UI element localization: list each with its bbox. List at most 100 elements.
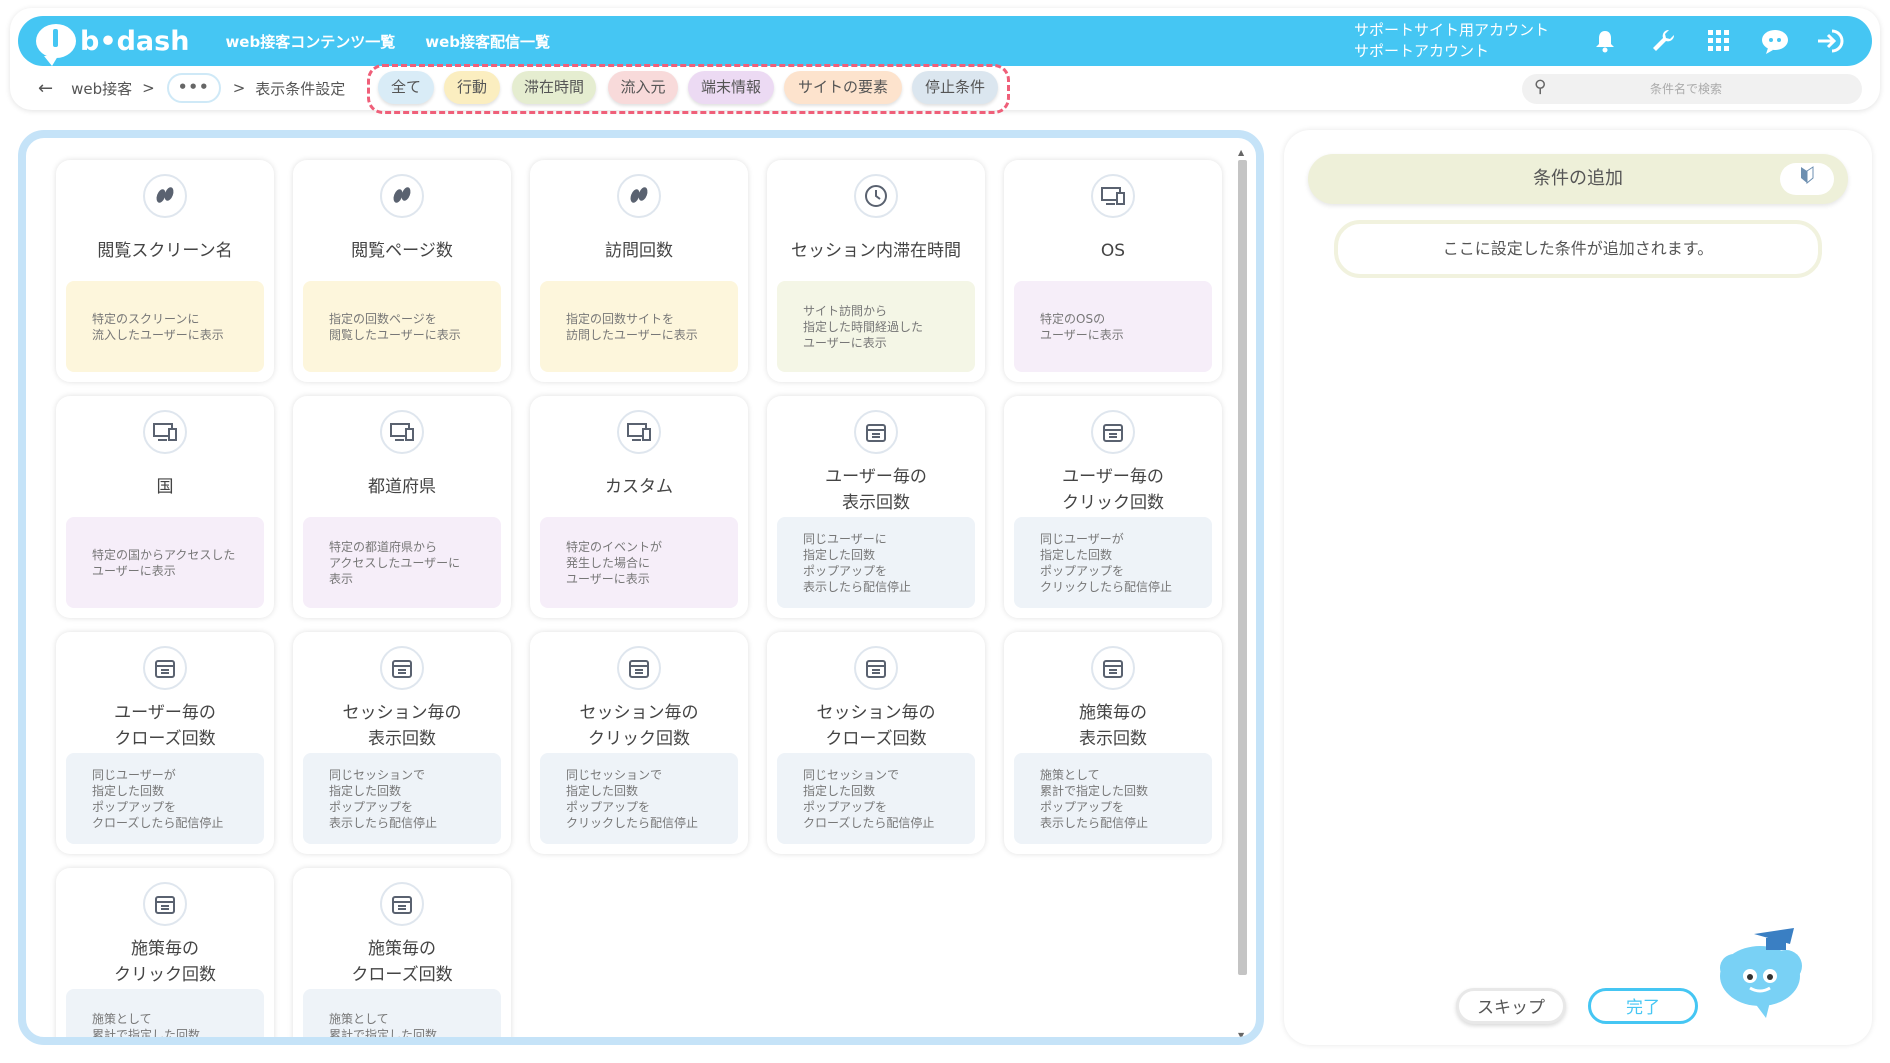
condition-card-description: 特定の国からアクセスした ユーザーに表示 <box>66 517 264 608</box>
condition-card-description: 同じユーザーが 指定した回数 ポップアップを クリックしたら配信停止 <box>1014 517 1212 608</box>
clock-icon <box>854 174 898 218</box>
account-name: サポートサイト用アカウント <box>1354 21 1550 39</box>
condition-card[interactable]: セッション内滞在時間 サイト訪問から 指定した時間経過した ユーザーに表示 <box>767 160 985 382</box>
condition-dropzone[interactable]: ここに設定した条件が追加されます。 <box>1334 220 1822 278</box>
calendar-icon <box>380 882 424 926</box>
condition-card-title: セッション毎の クリック回数 <box>579 703 699 749</box>
condition-card-description: 同じセッションで 指定した回数 ポップアップを クリックしたら配信停止 <box>540 753 738 844</box>
beginner-mark-icon[interactable] <box>1780 163 1834 195</box>
top-bar: b•dash web接客コンテンツ一覧 web接客配信一覧 サポートサイト用アカ… <box>18 16 1872 66</box>
monitor-icon <box>1091 174 1135 218</box>
calendar-icon <box>143 882 187 926</box>
condition-card-description: 同じセッションで 指定した回数 ポップアップを 表示したら配信停止 <box>303 753 501 844</box>
condition-card[interactable]: セッション毎の 表示回数 同じセッションで 指定した回数 ポップアップを 表示した… <box>293 632 511 854</box>
condition-card-title: 閲覧スクリーン名 <box>97 241 233 261</box>
logo[interactable]: b•dash <box>36 24 189 66</box>
account-info[interactable]: サポートサイト用アカウント サポートアカウント <box>1354 20 1549 62</box>
condition-card-title: 都道府県 <box>368 477 436 497</box>
condition-card-description: 同じユーザーに 指定した回数 ポップアップを 表示したら配信停止 <box>777 517 975 608</box>
search-input[interactable]: 条件名で検索 <box>1650 80 1722 97</box>
condition-add-header: 条件の追加 <box>1308 154 1848 204</box>
condition-card-title: 訪問回数 <box>605 241 673 261</box>
condition-card[interactable]: ユーザー毎の 表示回数 同じユーザーに 指定した回数 ポップアップを 表示したら配… <box>767 396 985 618</box>
breadcrumb-separator: > <box>142 79 155 97</box>
calendar-icon <box>854 646 898 690</box>
condition-card[interactable]: カスタム特定のイベントが 発生した場合に ユーザーに表示 <box>530 396 748 618</box>
nav-content-list[interactable]: web接客コンテンツ一覧 <box>225 31 395 52</box>
nav-delivery-list[interactable]: web接客配信一覧 <box>425 31 550 52</box>
condition-card-title: 施策毎の 表示回数 <box>1079 703 1147 749</box>
condition-card-description: 特定の都道府県から アクセスしたユーザーに 表示 <box>303 517 501 608</box>
tab-referrer[interactable]: 流入元 <box>608 71 678 104</box>
condition-card[interactable]: 施策毎の クリック回数施策として 累計で指定した回数 ポップアップを <box>56 868 274 1037</box>
condition-card-description: 特定のスクリーンに 流入したユーザーに表示 <box>66 281 264 372</box>
grid-icon[interactable] <box>1702 24 1736 58</box>
footprints-icon <box>617 174 661 218</box>
condition-card[interactable]: セッション毎の クローズ回数 同じセッションで 指定した回数 ポップアップを クロ… <box>767 632 985 854</box>
condition-card-title: 閲覧ページ数 <box>351 241 453 261</box>
condition-card[interactable]: 国特定の国からアクセスした ユーザーに表示 <box>56 396 274 618</box>
condition-card-description: 施策として 累計で指定した回数 ポップアップを <box>66 989 264 1037</box>
condition-add-title: 条件の追加 <box>1533 168 1623 189</box>
condition-card[interactable]: セッション毎の クリック回数 同じセッションで 指定した回数 ポップアップを クリ… <box>530 632 748 854</box>
calendar-icon <box>1091 410 1135 454</box>
condition-card-title: ユーザー毎の クローズ回数 <box>114 703 216 749</box>
condition-card-description: 指定の回数サイトを 訪問したユーザーに表示 <box>540 281 738 372</box>
condition-card-description: 特定のイベントが 発生した場合に ユーザーに表示 <box>540 517 738 608</box>
condition-card-description: 施策として 累計で指定した回数 ポップアップを <box>303 989 501 1037</box>
tab-site-elements[interactable]: サイトの要素 <box>784 71 902 104</box>
condition-panel: 条件の追加 ここに設定した条件が追加されます。 スキップ 完了 <box>1284 130 1872 1045</box>
logo-bubble-icon <box>36 24 76 66</box>
condition-card[interactable]: ユーザー毎の クローズ回数 同じユーザーが 指定した回数 ポップアップを クローズ… <box>56 632 274 854</box>
condition-card-title: ユーザー毎の 表示回数 <box>825 467 927 513</box>
back-arrow-icon[interactable]: ← <box>38 78 53 99</box>
condition-card[interactable]: 施策毎の クローズ回数施策として 累計で指定した回数 ポップアップを <box>293 868 511 1037</box>
monitor-icon <box>143 410 187 454</box>
tab-stop-conditions[interactable]: 停止条件 <box>912 71 998 104</box>
scrollbar[interactable]: ▲ ▼ <box>1234 148 1250 1037</box>
condition-card[interactable]: OS 特定のOSの ユーザーに表示 <box>1004 160 1222 382</box>
condition-card[interactable]: 都道府県特定の都道府県から アクセスしたユーザーに 表示 <box>293 396 511 618</box>
condition-card-description: 同じセッションで 指定した回数 ポップアップを クローズしたら配信停止 <box>777 753 975 844</box>
condition-card-title: カスタム <box>605 477 673 497</box>
logout-icon[interactable] <box>1814 24 1848 58</box>
condition-card-title: 国 <box>156 477 174 497</box>
condition-card-title: 施策毎の クローズ回数 <box>351 939 453 985</box>
skip-button[interactable]: スキップ <box>1456 988 1566 1024</box>
calendar-icon <box>617 646 661 690</box>
calendar-icon <box>143 646 187 690</box>
condition-card-description: 施策として 累計で指定した回数 ポップアップを 表示したら配信停止 <box>1014 753 1212 844</box>
condition-grid-panel: 閲覧スクリーン名 特定のスクリーンに 流入したユーザーに表示 閲覧ページ数 指定の回数… <box>18 130 1264 1045</box>
footprints-icon <box>143 174 187 218</box>
search-icon: ⚲ <box>1534 77 1547 97</box>
monitor-icon <box>380 410 424 454</box>
scrollbar-thumb[interactable] <box>1238 160 1247 975</box>
tab-stay-time[interactable]: 滞在時間 <box>512 71 596 104</box>
breadcrumb-web-service[interactable]: web接客 <box>71 78 132 99</box>
breadcrumb: ← web接客 > ••• > 表示条件設定 <box>38 73 346 103</box>
condition-card[interactable]: 施策毎の 表示回数 施策として 累計で指定した回数 ポップアップを 表示したら配信… <box>1004 632 1222 854</box>
bell-icon[interactable] <box>1588 24 1622 58</box>
tab-all[interactable]: 全て <box>378 71 434 104</box>
breadcrumb-current: 表示条件設定 <box>255 79 346 98</box>
condition-card-description: 指定の回数ページを 閲覧したユーザーに表示 <box>303 281 501 372</box>
condition-card-title: ユーザー毎の クリック回数 <box>1062 467 1164 513</box>
chat-bot-icon[interactable] <box>1758 24 1792 58</box>
condition-card-title: OS <box>1100 241 1126 261</box>
mascot-icon[interactable] <box>1714 924 1810 1020</box>
wrench-icon[interactable] <box>1646 24 1680 58</box>
breadcrumb-more-button[interactable]: ••• <box>166 73 221 103</box>
condition-card-title: セッション毎の クローズ回数 <box>816 703 936 749</box>
done-button[interactable]: 完了 <box>1588 988 1698 1024</box>
condition-card-title: 施策毎の クリック回数 <box>114 939 216 985</box>
condition-card[interactable]: 訪問回数指定の回数サイトを 訪問したユーザーに表示 <box>530 160 748 382</box>
condition-card[interactable]: 閲覧ページ数指定の回数ページを 閲覧したユーザーに表示 <box>293 160 511 382</box>
condition-card[interactable]: 閲覧スクリーン名特定のスクリーンに 流入したユーザーに表示 <box>56 160 274 382</box>
footprints-icon <box>380 174 424 218</box>
tab-device-info[interactable]: 端末情報 <box>688 71 774 104</box>
condition-card[interactable]: ユーザー毎の クリック回数 同じユーザーが 指定した回数 ポップアップを クリック… <box>1004 396 1222 618</box>
search-box[interactable]: ⚲ 条件名で検索 <box>1522 74 1862 104</box>
condition-card-description: 特定のOSの ユーザーに表示 <box>1014 281 1212 372</box>
tab-behavior[interactable]: 行動 <box>444 71 500 104</box>
calendar-icon <box>854 410 898 454</box>
